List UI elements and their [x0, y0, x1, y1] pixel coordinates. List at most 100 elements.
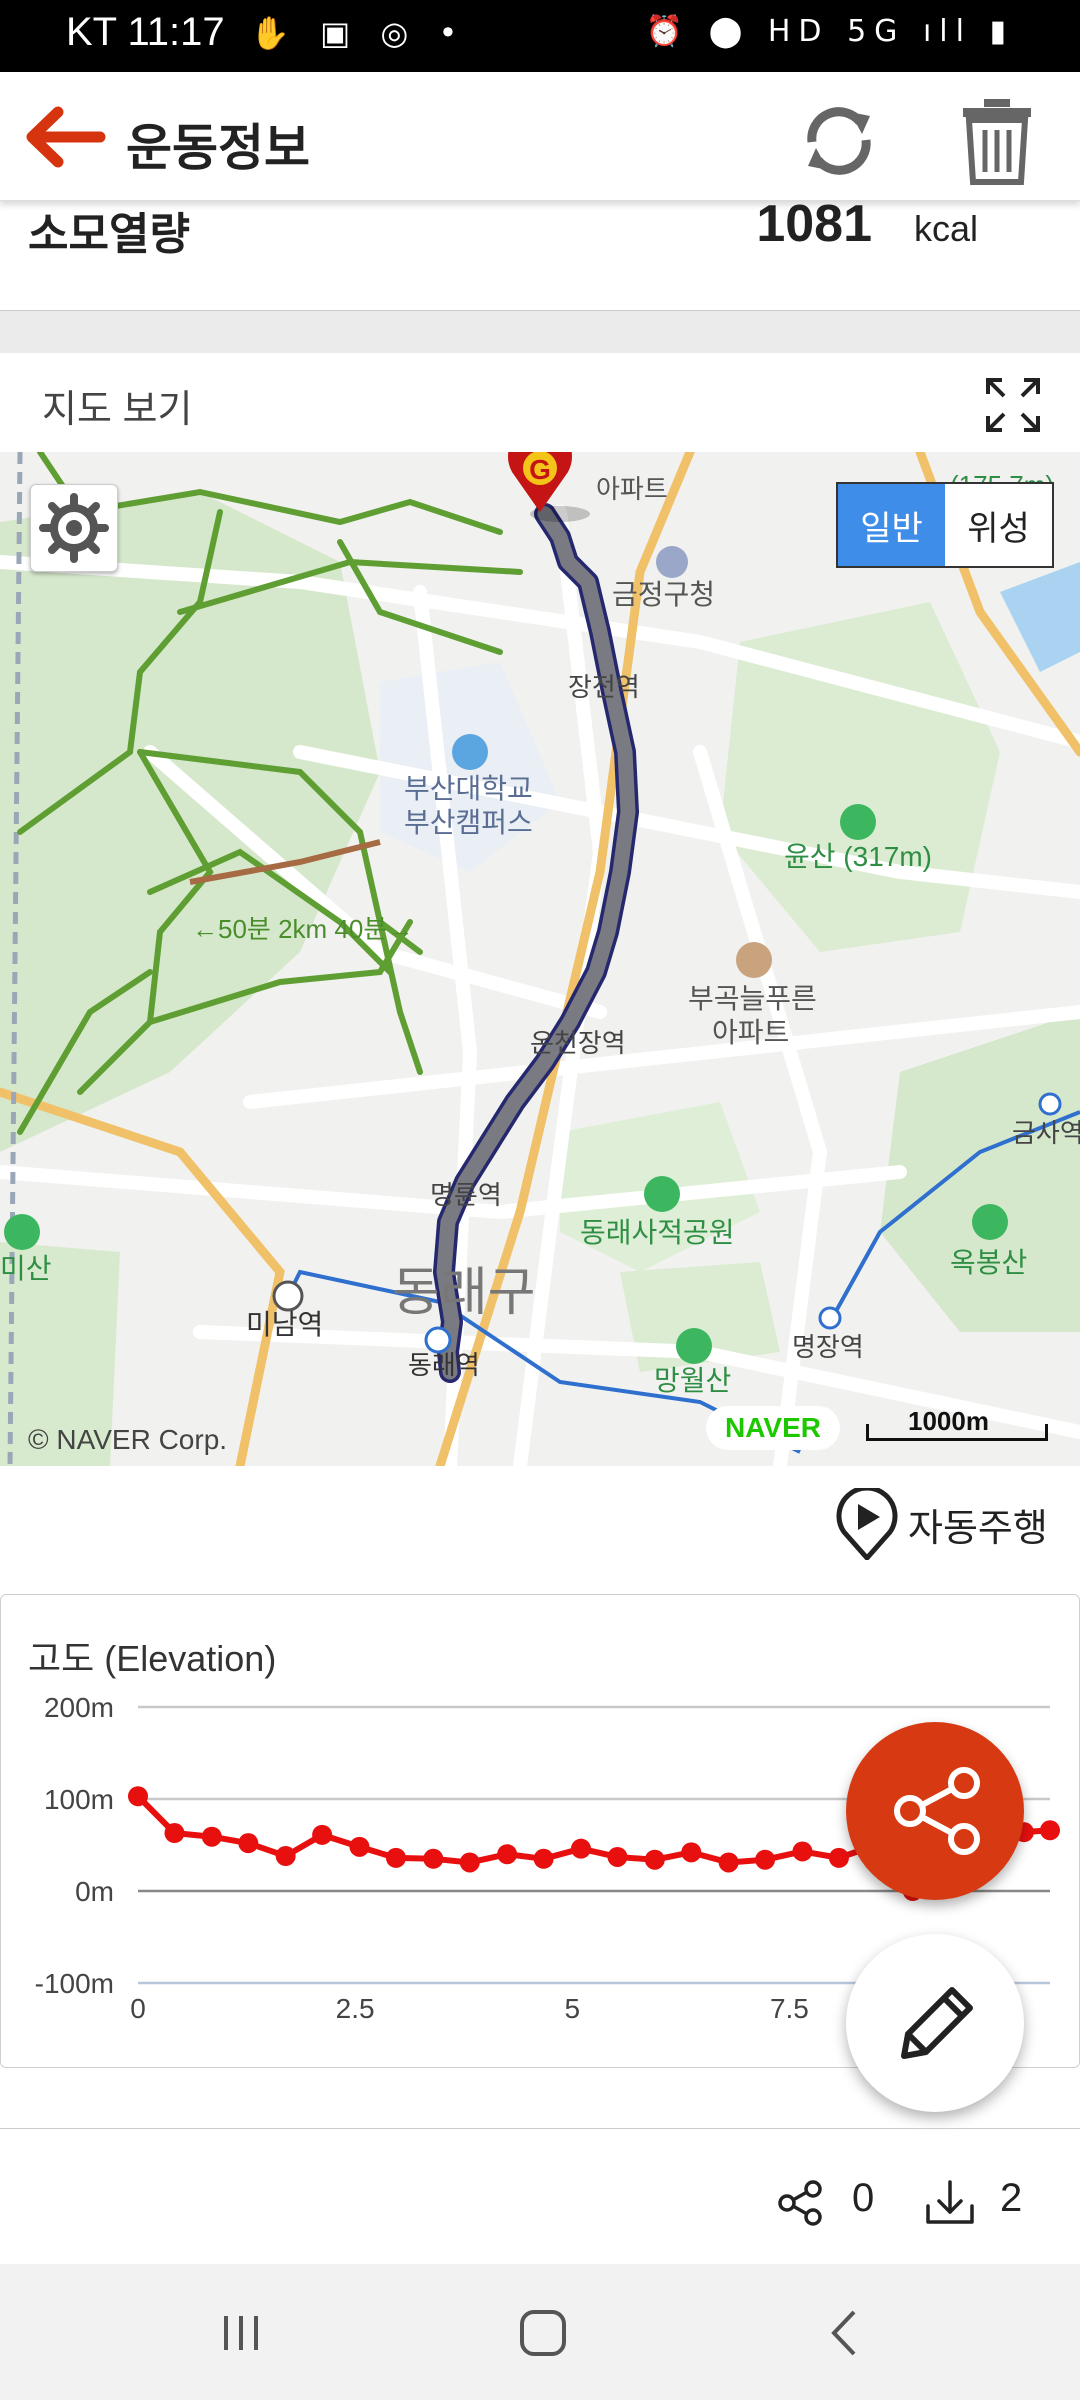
- refresh-button[interactable]: [796, 98, 882, 184]
- elevation-data-point: [128, 1786, 148, 1807]
- fullscreen-button[interactable]: [984, 376, 1042, 434]
- x-tick-label: 5: [564, 1993, 580, 2020]
- pencil-icon: [901, 1987, 973, 2059]
- system-nav-bar: [0, 2264, 1080, 2400]
- map-place-label: 동래구: [392, 1264, 536, 1322]
- calories-label: 소모열량: [28, 210, 190, 259]
- y-tick-label: -100m: [35, 1968, 114, 1999]
- university-icon: [452, 734, 488, 770]
- back-button[interactable]: [20, 102, 106, 172]
- map-mode-satellite[interactable]: 위성: [945, 484, 1052, 566]
- map-place-label: 미남역: [246, 1309, 323, 1340]
- map-settings-button[interactable]: [30, 484, 118, 572]
- map-place-label: 아파트: [596, 474, 668, 504]
- elevation-data-point: [423, 1848, 444, 1869]
- elevation-data-point: [644, 1849, 665, 1870]
- calories-value: 1081: [756, 195, 872, 253]
- elevation-data-point: [718, 1852, 739, 1873]
- download-count: 2: [1000, 2176, 1023, 2220]
- download-icon: [926, 2180, 974, 2224]
- station-icon: [424, 1326, 452, 1354]
- map-place-label: ←50분 2km 40분→: [192, 914, 413, 944]
- elevation-data-point: [570, 1838, 591, 1859]
- map-canvas: G 아파트금정구청장전역부산대학교부산캠퍼스윤산 (317m)←50분 2km …: [0, 452, 1080, 1466]
- back-arrow-icon: [26, 106, 106, 168]
- share-icon: [778, 2180, 822, 2226]
- recent-apps-icon: [224, 2316, 258, 2350]
- map-place-label: 금사역: [1012, 1118, 1080, 1148]
- calories-unit: kcal: [914, 208, 979, 249]
- apartment-icon: [736, 942, 772, 978]
- x-tick-label: 7.5: [770, 1993, 809, 2020]
- elevation-data-point: [201, 1826, 222, 1847]
- elevation-data-point: [497, 1844, 518, 1865]
- x-tick-label: 2.5: [336, 1993, 375, 2020]
- delete-button[interactable]: [960, 96, 1034, 186]
- map-place-label: 명장역: [792, 1332, 864, 1362]
- map-place-label: 부산대학교: [404, 773, 533, 804]
- auto-drive-button[interactable]: 자동주행: [836, 1486, 1056, 1562]
- map-place-label: 부곡늘푸른: [688, 983, 817, 1014]
- map-place-label: 장전역: [568, 672, 640, 702]
- nav-back-button[interactable]: [810, 2298, 880, 2368]
- share-icon: [894, 1767, 980, 1855]
- download-count-button[interactable]: [924, 2178, 976, 2228]
- elevation-title: 고도 (Elevation): [28, 1638, 277, 1679]
- trash-icon: [963, 99, 1031, 185]
- okbongsan-area: [880, 1012, 1080, 1332]
- map-place-label: 동래사적공원: [580, 1217, 735, 1248]
- map-place-label: 망월산: [654, 1365, 731, 1396]
- park-icon: [644, 1176, 680, 1212]
- route-map[interactable]: G 아파트 금정구청 장전역 부산대학교 부산캠퍼스 윤산 (317m) ←50분 2km …: [0, 452, 1080, 1466]
- elevation-data-point: [275, 1846, 296, 1867]
- recent-apps-button[interactable]: [206, 2298, 276, 2368]
- status-time: KT 11:17: [66, 10, 225, 54]
- map-place-label: 온천장역: [530, 1028, 626, 1058]
- station-icon: [1038, 1092, 1062, 1116]
- elevation-data-point: [1040, 1820, 1060, 1841]
- refresh-icon: [807, 107, 871, 175]
- map-type-toggle: 일반 위성: [836, 482, 1054, 568]
- station-icon: [818, 1306, 842, 1330]
- elevation-data-point: [755, 1849, 776, 1870]
- mountain-icon: [676, 1328, 712, 1364]
- map-mode-normal[interactable]: 일반: [838, 484, 945, 566]
- map-place-label: 명륜역: [430, 1180, 502, 1210]
- map-place-label: 윤산 (317m): [784, 841, 932, 872]
- elevation-data-point: [459, 1852, 480, 1873]
- elevation-data-point: [312, 1824, 333, 1845]
- goal-marker-icon: G: [508, 452, 590, 522]
- home-button[interactable]: [508, 2298, 578, 2368]
- play-location-icon: [836, 1488, 898, 1560]
- share-fab-button[interactable]: [846, 1722, 1024, 1900]
- map-scale-label: 1000m: [908, 1406, 989, 1436]
- back-icon: [831, 2310, 856, 2356]
- elevation-data-point: [164, 1823, 185, 1844]
- status-bar: KT 11:17 ✋ ▣ ◎ • ⏰ ⬤ HD 5G ıll ▮: [0, 0, 1080, 72]
- app-header: 운동정보: [0, 72, 1080, 201]
- edit-fab-button[interactable]: [846, 1934, 1024, 2112]
- home-icon: [520, 2310, 566, 2356]
- map-place-label: 아파트: [712, 1017, 789, 1048]
- x-tick-label: 0: [130, 1993, 146, 2020]
- status-system-icons: ⏰ ⬤ HD 5G ıll ▮: [645, 14, 1014, 49]
- mountain-icon: [972, 1204, 1008, 1240]
- map-place-label: 금정구청: [612, 579, 715, 610]
- map-place-label: 옥봉산: [950, 1247, 1027, 1278]
- status-notification-icons: ✋ ▣ ◎ •: [250, 14, 468, 52]
- mountain-icon: [4, 1214, 40, 1250]
- goal-marker-label: G: [529, 454, 551, 485]
- elevation-data-point: [533, 1848, 554, 1869]
- elevation-data-point: [238, 1833, 259, 1854]
- map-place-label: 미산: [0, 1253, 52, 1284]
- expand-icon: [986, 378, 1040, 432]
- elevation-data-point: [681, 1842, 702, 1863]
- map-place-label: 동래역: [408, 1350, 480, 1380]
- y-tick-label: 200m: [44, 1692, 114, 1723]
- y-tick-label: 100m: [44, 1784, 114, 1815]
- stats-divider: [0, 2128, 1080, 2129]
- share-count-button[interactable]: [776, 2178, 826, 2228]
- section-divider: [0, 310, 1080, 353]
- station-icon: [272, 1280, 304, 1312]
- y-tick-label: 0m: [75, 1876, 114, 1907]
